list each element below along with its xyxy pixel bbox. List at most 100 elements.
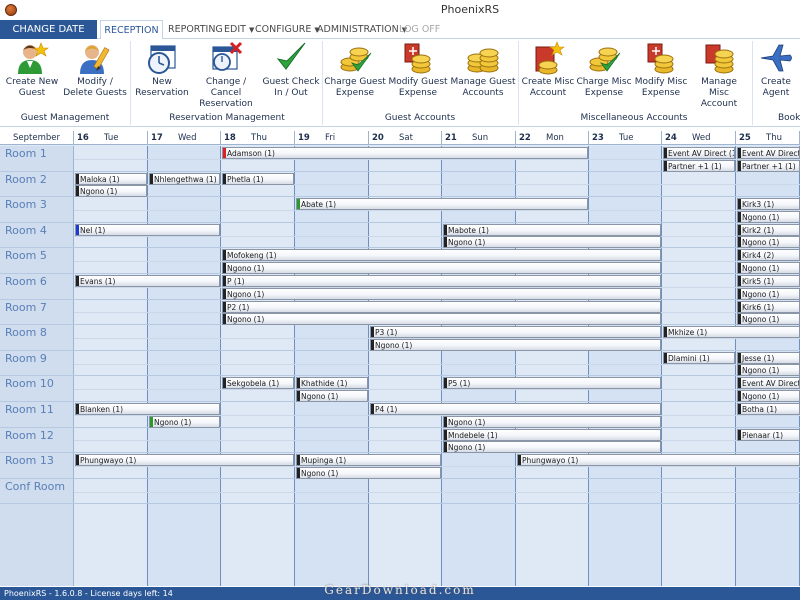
booking-block[interactable]: Ngono (1)	[149, 415, 221, 428]
booking-block[interactable]: Maloka (1)	[75, 172, 148, 185]
booking-block[interactable]: Partner +1 (1)	[737, 159, 800, 172]
booking-block[interactable]: Mabote (1)	[443, 223, 662, 236]
booking-block[interactable]: Kirk2 (1)	[737, 223, 800, 236]
change-date-button[interactable]: CHANGE DATE	[0, 20, 97, 39]
booking-block[interactable]: Ngono (1)	[296, 389, 369, 402]
booking-block[interactable]: Nhlengethwa (1)	[149, 172, 221, 185]
booking-block[interactable]: Ngono (1)	[737, 389, 800, 402]
booking-block[interactable]: P4 (1)	[370, 403, 662, 415]
room-label[interactable]: Room 6	[0, 274, 74, 300]
booking-block[interactable]: P3 (1)	[370, 326, 662, 339]
booking-block[interactable]: Ngono (1)	[737, 287, 800, 300]
room-subrow-divider	[74, 491, 800, 493]
booking-block[interactable]: Adamson (1)	[222, 147, 589, 159]
booking-block[interactable]: Mkhize (1)	[663, 326, 800, 339]
booking-block[interactable]: Ngono (1)	[737, 364, 800, 377]
room-label[interactable]: Room 11	[0, 402, 74, 428]
charge-misc-expense-button[interactable]: Charge Misc Expense	[576, 41, 632, 99]
day-column[interactable]	[589, 146, 662, 586]
booking-block[interactable]: Sekgobela (1)	[222, 377, 295, 390]
tab-reception[interactable]: RECEPTION	[100, 20, 163, 40]
tab-edit[interactable]: EDIT ▼	[224, 20, 254, 39]
booking-block[interactable]: Kirk3 (1)	[737, 198, 800, 211]
room-label[interactable]: Room 13	[0, 453, 74, 479]
booking-block[interactable]: Ngono (1)	[737, 236, 800, 249]
booking-block[interactable]: Kirk4 (2)	[737, 249, 800, 262]
day-column[interactable]	[369, 146, 442, 586]
room-label[interactable]: Room 4	[0, 223, 74, 249]
booking-block[interactable]: Ngono (1)	[737, 210, 800, 223]
booking-block[interactable]: Ngono (1)	[296, 466, 442, 479]
day-column[interactable]	[442, 146, 516, 586]
charge-guest-expense-button[interactable]: Charge Guest Expense	[324, 41, 386, 99]
booking-block[interactable]: Ngono (1)	[75, 185, 148, 198]
booking-block[interactable]: Ngono (1)	[370, 338, 662, 351]
room-label[interactable]: Room 2	[0, 172, 74, 198]
tab-administration[interactable]: ADMINISTRATION ▼	[317, 20, 407, 39]
booking-block[interactable]: Nel (1)	[75, 223, 221, 236]
booking-block[interactable]: Event AV Direct (1)	[737, 147, 800, 159]
booking-block[interactable]: Ngono (1)	[443, 441, 662, 454]
day-column[interactable]	[662, 146, 736, 586]
booking-block[interactable]: Abate (1)	[296, 198, 589, 211]
room-label[interactable]: Conf Room	[0, 479, 74, 505]
booking-block[interactable]: Ngono (1)	[443, 415, 662, 428]
day-column[interactable]	[295, 146, 369, 586]
booking-block[interactable]: P2 (1)	[222, 300, 662, 313]
room-label[interactable]: Room 5	[0, 248, 74, 274]
booking-block[interactable]: Mofokeng (1)	[222, 249, 662, 262]
tab-log-off[interactable]: LOG OFF	[399, 20, 440, 39]
booking-block[interactable]: Ngono (1)	[222, 261, 662, 274]
booking-block[interactable]: P (1)	[222, 275, 662, 287]
booking-block[interactable]: Phungwayo (1)	[75, 454, 295, 467]
booking-block[interactable]: Ngono (1)	[443, 236, 662, 249]
create-agent-button[interactable]: Create Agent	[754, 41, 798, 99]
booking-block[interactable]: Evans (1)	[75, 275, 221, 287]
day-column[interactable]	[74, 146, 148, 586]
modify-guest-expense-button[interactable]: Modify Guest Expense	[386, 41, 450, 99]
booking-block[interactable]: Event AV Direct (1)	[663, 147, 736, 159]
change-cancel-reservation-button[interactable]: Change / Cancel Reservation	[190, 41, 262, 110]
day-column[interactable]	[516, 146, 589, 586]
booking-block[interactable]: Partner +1 (1)	[663, 159, 736, 172]
room-label[interactable]: Room 1	[0, 146, 74, 172]
booking-block[interactable]: Pienaar (1)	[737, 428, 800, 441]
booking-block[interactable]: Dlamini (1)	[663, 351, 736, 364]
manage-guest-accounts-button[interactable]: Manage Guest Accounts	[450, 41, 516, 99]
booking-block[interactable]: Kirk6 (1)	[737, 300, 800, 313]
booking-block[interactable]: Mndebele (1)	[443, 428, 662, 441]
booking-block[interactable]: Ngono (1)	[737, 313, 800, 326]
booking-block[interactable]: Ngono (1)	[222, 287, 662, 300]
booking-label: Partner +1 (1)	[742, 161, 796, 171]
manage-misc-account-button[interactable]: Manage Misc Account	[690, 41, 748, 110]
tab-configure[interactable]: CONFIGURE ▼	[255, 20, 320, 39]
modify-misc-expense-button[interactable]: Modify Misc Expense	[632, 41, 690, 99]
create-misc-account-button[interactable]: Create Misc Account	[520, 41, 576, 99]
new-reservation-button[interactable]: New Reservation	[134, 41, 190, 99]
tab-reporting[interactable]: REPORTING	[168, 20, 223, 39]
room-label[interactable]: Room 8	[0, 325, 74, 351]
guest-check-in-out-button[interactable]: Guest Check In / Out	[262, 41, 320, 99]
booking-block[interactable]: Event AV Direct (1)	[737, 377, 800, 390]
room-label[interactable]: Room 7	[0, 300, 74, 326]
booking-block[interactable]: Phungwayo (1)	[517, 454, 800, 467]
room-label[interactable]: Room 12	[0, 428, 74, 454]
booking-block[interactable]: Phetla (1)	[222, 172, 295, 185]
booking-block[interactable]: Ngono (1)	[222, 313, 662, 326]
room-label[interactable]: Room 3	[0, 197, 74, 223]
booking-block[interactable]: Blanken (1)	[75, 403, 221, 415]
modify-delete-guests-button[interactable]: Modify / Delete Guests	[62, 41, 128, 99]
booking-block[interactable]: Ngono (1)	[737, 261, 800, 274]
booking-block[interactable]: Jesse (1)	[737, 351, 800, 364]
booking-block[interactable]: P5 (1)	[443, 377, 662, 390]
day-header: 18 Thu	[221, 131, 295, 145]
booking-block[interactable]: Kirk5 (1)	[737, 275, 800, 287]
day-column[interactable]	[221, 146, 295, 586]
booking-block[interactable]: Mupinga (1)	[296, 454, 442, 467]
day-column[interactable]	[148, 146, 221, 586]
room-label[interactable]: Room 9	[0, 351, 74, 377]
room-label[interactable]: Room 10	[0, 376, 74, 402]
create-new-guest-button[interactable]: Create New Guest	[2, 41, 62, 99]
booking-block[interactable]: Khathide (1)	[296, 377, 369, 390]
booking-block[interactable]: Botha (1)	[737, 403, 800, 415]
